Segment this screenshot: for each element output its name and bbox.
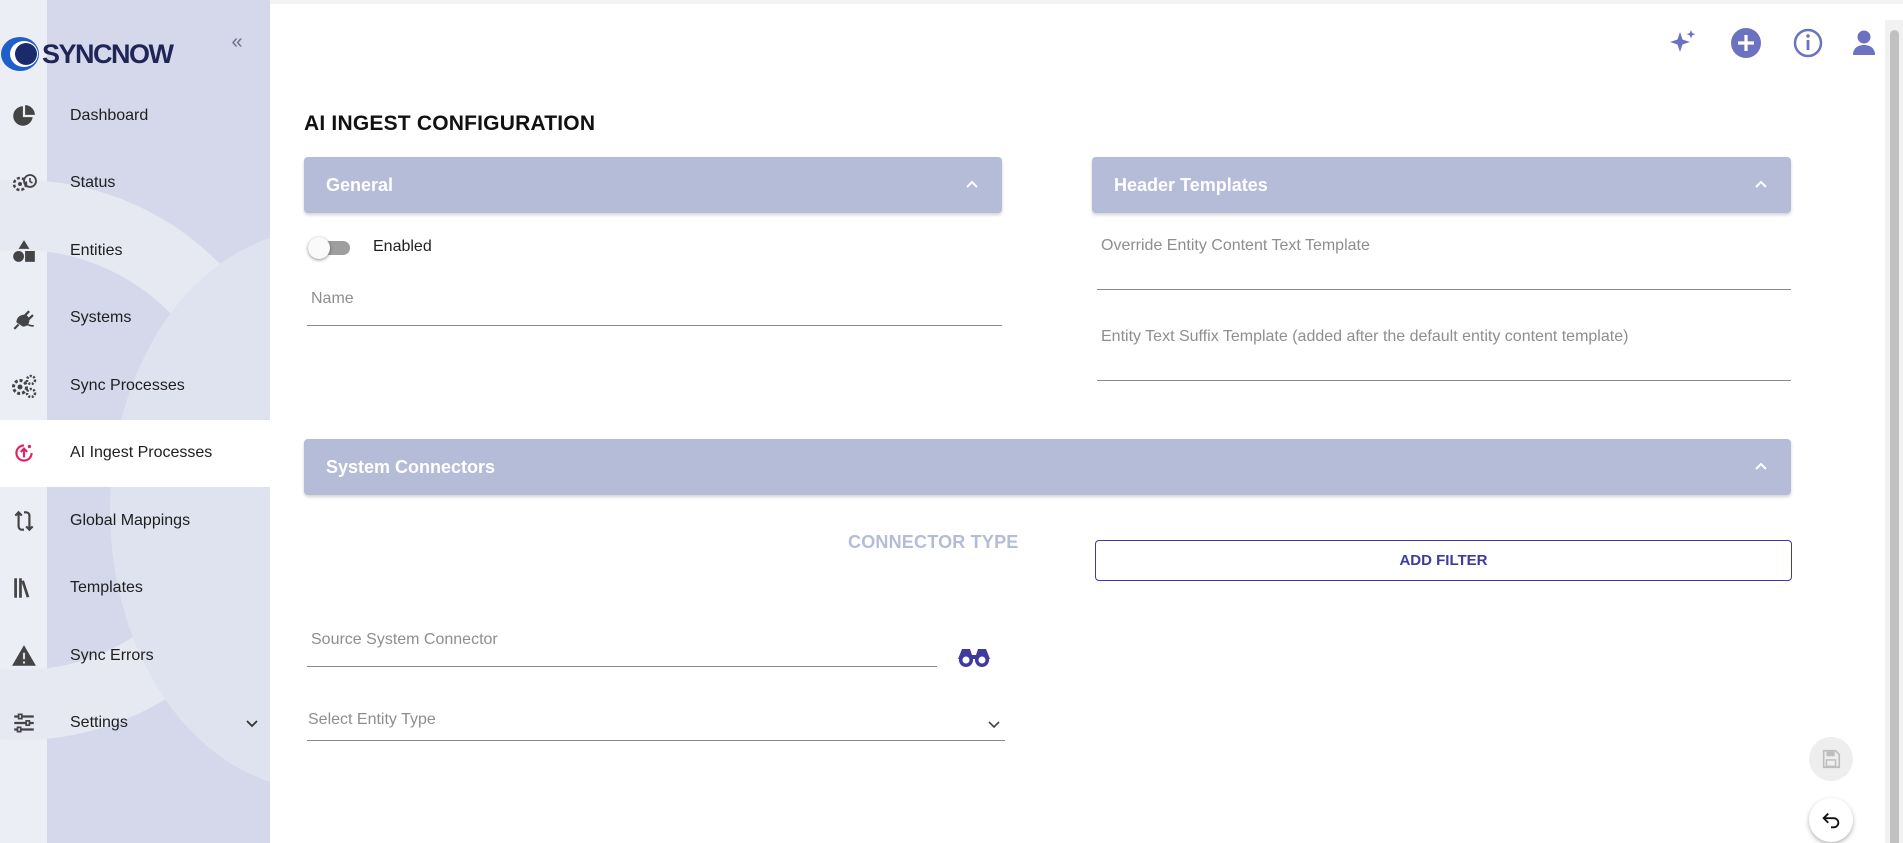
chevron-down-icon[interactable] [244,715,260,731]
add-circle-icon [1731,28,1761,58]
collapse-sidebar-button[interactable]: « [226,32,248,54]
sidebar-item-sync-processes[interactable]: Sync Processes [0,352,270,420]
sidebar-item-label: Dashboard [70,106,149,124]
sidebar-item-label: Sync Errors [70,646,154,664]
suffix-template-field[interactable] [1097,323,1791,381]
sidebar-item-entities[interactable]: Entities [0,217,270,285]
sidebar-item-label: AI Ingest Processes [70,444,213,462]
sidebar-item-label: Systems [70,309,132,327]
toggle-knob [308,237,330,259]
browse-connector-button[interactable] [957,641,991,669]
override-template-input[interactable] [1097,232,1791,289]
entity-type-placeholder: Select Entity Type [308,711,436,728]
suffix-template-input[interactable] [1097,323,1791,380]
shapes-icon [9,236,39,266]
connector-type-label: CONNECTOR TYPE [848,532,1019,552]
chevron-up-icon [1755,462,1767,470]
sidebar-item-label: Sync Processes [70,376,185,394]
double-chevron-left-icon: « [231,31,243,53]
enabled-label: Enabled [373,238,432,255]
enabled-toggle[interactable] [308,236,352,260]
page-scrollbar[interactable] [1885,20,1903,843]
source-connector-input[interactable] [307,626,937,666]
sparkles-icon [1670,30,1696,52]
top-divider [270,0,1903,4]
sidebar-item-label: Entities [70,241,123,259]
sidebar-item-systems[interactable]: Systems [0,285,270,353]
override-template-field[interactable] [1097,232,1791,290]
plug-icon [9,303,39,333]
logo-icon [1,37,39,71]
sidebar-item-status[interactable]: Status [0,150,270,218]
chevron-up-icon [966,180,978,188]
name-field[interactable] [307,284,1002,326]
user-icon [1853,30,1875,55]
info-button[interactable] [1791,26,1825,60]
sidebar-item-settings[interactable]: Settings [0,690,270,758]
binoculars-icon [958,649,990,667]
sidebar-item-ai-ingest-processes[interactable]: AI Ingest Processes [0,419,270,487]
sidebar-item-global-mappings[interactable]: Global Mappings [0,487,270,555]
save-button[interactable] [1809,737,1853,781]
ai-ingest-icon [9,438,39,468]
mapping-arrows-icon [9,506,39,536]
books-icon [9,573,39,603]
add-button[interactable] [1729,26,1763,60]
pie-chart-icon [9,101,39,131]
panel-title: System Connectors [326,456,496,477]
sidebar-item-label: Settings [70,714,128,732]
chevron-down-icon [988,721,1000,729]
undo-icon [1822,812,1840,829]
gears-clock-icon [9,168,39,198]
ai-assistant-button[interactable] [1666,26,1700,60]
add-filter-button[interactable]: ADD FILTER [1095,540,1792,581]
user-menu-button[interactable] [1847,26,1881,60]
sidebar-item-templates[interactable]: Templates [0,555,270,623]
info-icon [1793,28,1823,58]
panel-title: Header Templates [1114,174,1268,195]
brand-logo[interactable]: SYNCNOW [0,36,174,72]
sidebar-item-dashboard[interactable]: Dashboard [0,82,270,150]
save-icon [1822,749,1841,769]
sliders-icon [9,708,39,738]
gears-icon [9,371,39,401]
name-input[interactable] [307,284,1002,325]
sidebar-item-sync-errors[interactable]: Sync Errors [0,622,270,690]
sidebar-item-label: Templates [70,579,143,597]
panel-title: General [326,174,394,195]
scrollbar-thumb[interactable] [1890,30,1899,843]
warning-icon [9,641,39,671]
sidebar-item-label: Status [70,174,116,192]
header-templates-panel-header[interactable]: Header Templates [1092,157,1791,213]
sidebar: SYNCNOW « Dashboard Status Entities Syst… [0,0,270,843]
sidebar-item-label: Global Mappings [70,511,191,529]
system-connectors-panel-header[interactable]: System Connectors [304,439,1791,495]
page-title: AI INGEST CONFIGURATION [304,112,596,135]
brand-name: SYNCNOW [42,38,174,69]
source-connector-field[interactable] [307,626,937,667]
chevron-up-icon [1755,180,1767,188]
general-panel-header[interactable]: General [304,157,1002,213]
sidebar-nav: Dashboard Status Entities Systems Sync P… [0,82,270,757]
entity-type-select[interactable]: Select Entity Type [307,705,1005,741]
undo-button[interactable] [1809,798,1853,842]
